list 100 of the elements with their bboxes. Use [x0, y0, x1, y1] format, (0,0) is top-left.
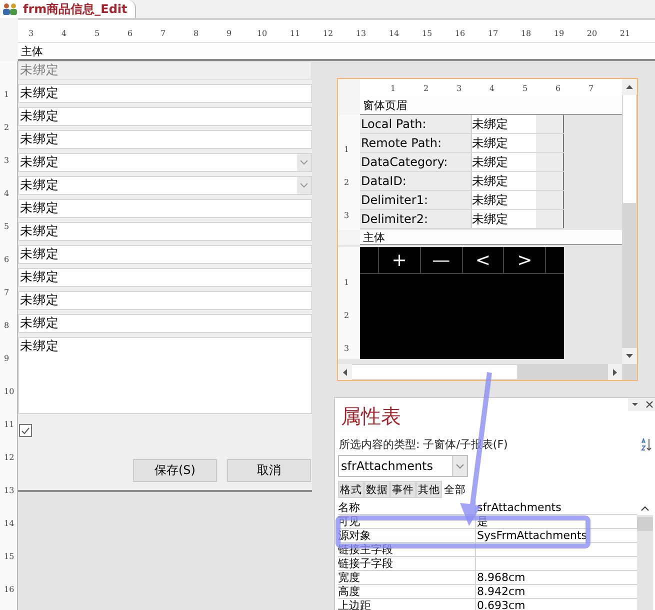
field-label: Delimiter1: — [360, 191, 471, 209]
text-field[interactable]: 未绑定 — [18, 268, 312, 287]
checkbox[interactable] — [19, 424, 32, 437]
ruler-number: 12 — [3, 452, 16, 464]
property-name: 宽度 — [338, 571, 476, 584]
ruler-number: 4 — [488, 84, 496, 92]
text-field[interactable]: 未绑定 — [18, 222, 312, 241]
field-label: DataCategory: — [360, 153, 471, 171]
field-label: DataID: — [360, 172, 471, 190]
text-field[interactable]: 未绑定 — [471, 172, 536, 190]
text-field[interactable]: 未绑定 — [18, 130, 312, 149]
ruler-number: 18 — [520, 29, 532, 38]
selection-type: 所选内容的类型: 子窗体/子报表(F) — [339, 436, 508, 452]
property-name: 上边距 — [338, 599, 476, 610]
combo-box[interactable]: 未绑定 — [18, 176, 312, 195]
property-tab[interactable]: 格式 — [338, 481, 364, 498]
property-tab[interactable]: 事件 — [390, 481, 416, 498]
ruler-number: 4 — [3, 188, 10, 200]
ruler-number: 6 — [126, 29, 134, 38]
command-button[interactable]: 保存(S) — [133, 459, 217, 482]
ruler-number: 14 — [3, 518, 16, 530]
text-field[interactable]: 未绑定 — [18, 199, 312, 218]
text-field[interactable]: 未绑定 — [18, 337, 312, 414]
caret-icon — [452, 456, 467, 476]
users-icon — [2, 3, 18, 15]
ruler-number: 7 — [159, 29, 167, 38]
ruler-number: 6 — [3, 254, 10, 266]
document-tab[interactable]: frm商品信息_Edit — [0, 0, 136, 18]
ruler-number: 3 — [343, 210, 350, 222]
ruler-number: 6 — [554, 84, 562, 92]
vertical-scrollbar[interactable] — [637, 501, 653, 610]
ruler-number: 12 — [322, 29, 334, 38]
property-value[interactable]: 8.942cm — [476, 585, 637, 598]
right-arrow-icon[interactable] — [613, 368, 617, 376]
property-name: 链接子字段 — [338, 557, 476, 570]
property-name: 源对象 — [338, 529, 476, 542]
ruler-number: 2 — [343, 310, 350, 322]
ruler-number: 15 — [420, 29, 434, 38]
ruler-number: 14 — [388, 29, 400, 38]
section-header[interactable]: 窗体页眉 — [360, 97, 622, 115]
ruler-number: 10 — [256, 29, 268, 38]
property-value[interactable]: 是 — [476, 515, 637, 528]
ruler-number: 5 — [3, 221, 10, 233]
scroll-thumb[interactable] — [637, 517, 653, 531]
ruler-number: 13 — [354, 29, 368, 38]
field-label: Remote Path: — [360, 134, 471, 152]
ruler-number: 3 — [27, 29, 35, 38]
down-arrow-icon[interactable] — [626, 354, 633, 358]
vertical-scrollbar[interactable] — [622, 79, 637, 364]
ruler-number: 13 — [3, 485, 16, 497]
text-field[interactable]: 未绑定 — [471, 115, 536, 133]
ruler-number: 1 — [389, 84, 397, 92]
ruler-number: 15 — [3, 551, 16, 563]
property-tab[interactable]: 其他 — [416, 481, 442, 498]
sort-icon[interactable] — [641, 438, 652, 450]
ruler-number: 7 — [587, 84, 595, 92]
text-field[interactable]: 未绑定 — [471, 191, 536, 209]
field-label: Delimiter2: — [360, 210, 471, 228]
property-value[interactable]: SysFrmAttachments — [476, 529, 637, 542]
ruler-number: 9 — [225, 29, 233, 38]
text-field[interactable]: 未绑定 — [18, 84, 312, 103]
text-field[interactable]: 未绑定 — [18, 107, 312, 126]
property-name: 高度 — [338, 585, 476, 598]
ruler-number: 17 — [486, 29, 500, 38]
ruler-number: 2 — [3, 122, 10, 134]
text-field[interactable]: 未绑定 — [471, 153, 536, 171]
subform-control[interactable]: 1 2 3 4 5 6 7 窗体页眉 1 2 3 Local Path: 未绑定 Remote Path: 未绑定 DataCategory: 未绑定 DataID: 未绑定 Delimiter1: 未绑定 Delimiter2: 未绑定 主体 1 2 3 + — < > — [337, 78, 638, 381]
section-header[interactable]: 主体 — [18, 43, 655, 61]
property-name: 链接主字段 — [338, 543, 476, 556]
text-field[interactable]: 未绑定 — [18, 291, 312, 310]
property-tab[interactable]: 数据 — [364, 481, 390, 498]
text-field[interactable]: 未绑定 — [471, 210, 536, 228]
property-value[interactable]: 0.693cm — [476, 599, 637, 610]
section-header[interactable]: 主体 — [360, 230, 622, 245]
property-value[interactable]: sfrAttachments — [476, 501, 637, 514]
ruler-number: 1 — [3, 89, 10, 101]
ruler-number: 7 — [3, 287, 10, 299]
up-arrow-icon[interactable] — [626, 85, 633, 89]
ruler-number: 1 — [343, 277, 350, 289]
text-field[interactable]: 未绑定 — [18, 314, 312, 333]
command-button[interactable]: 取消 — [227, 459, 311, 482]
field-label: Local Path: — [360, 115, 471, 133]
object-selector[interactable]: sfrAttachments — [338, 455, 468, 477]
ruler-number: 16 — [3, 584, 16, 596]
ruler-number: 4 — [60, 29, 68, 38]
left-arrow-icon[interactable] — [343, 368, 347, 376]
ruler-number: 11 — [288, 29, 302, 38]
ruler-corner — [338, 79, 360, 97]
ruler-number: 19 — [552, 29, 566, 38]
horizontal-scrollbar[interactable] — [338, 364, 637, 380]
ruler-number: 1 — [343, 144, 350, 156]
ruler-number: 16 — [454, 29, 466, 38]
combo-box[interactable]: 未绑定 — [18, 153, 312, 172]
text-field[interactable]: 未绑定 — [471, 134, 536, 152]
panel-title: 属性表 — [340, 403, 401, 430]
ruler-number: 20 — [586, 29, 598, 38]
property-value[interactable]: 8.968cm — [476, 571, 637, 584]
ruler-number: 3 — [3, 155, 10, 167]
text-field[interactable]: 未绑定 — [18, 245, 312, 264]
ruler-number: 11 — [3, 419, 16, 431]
